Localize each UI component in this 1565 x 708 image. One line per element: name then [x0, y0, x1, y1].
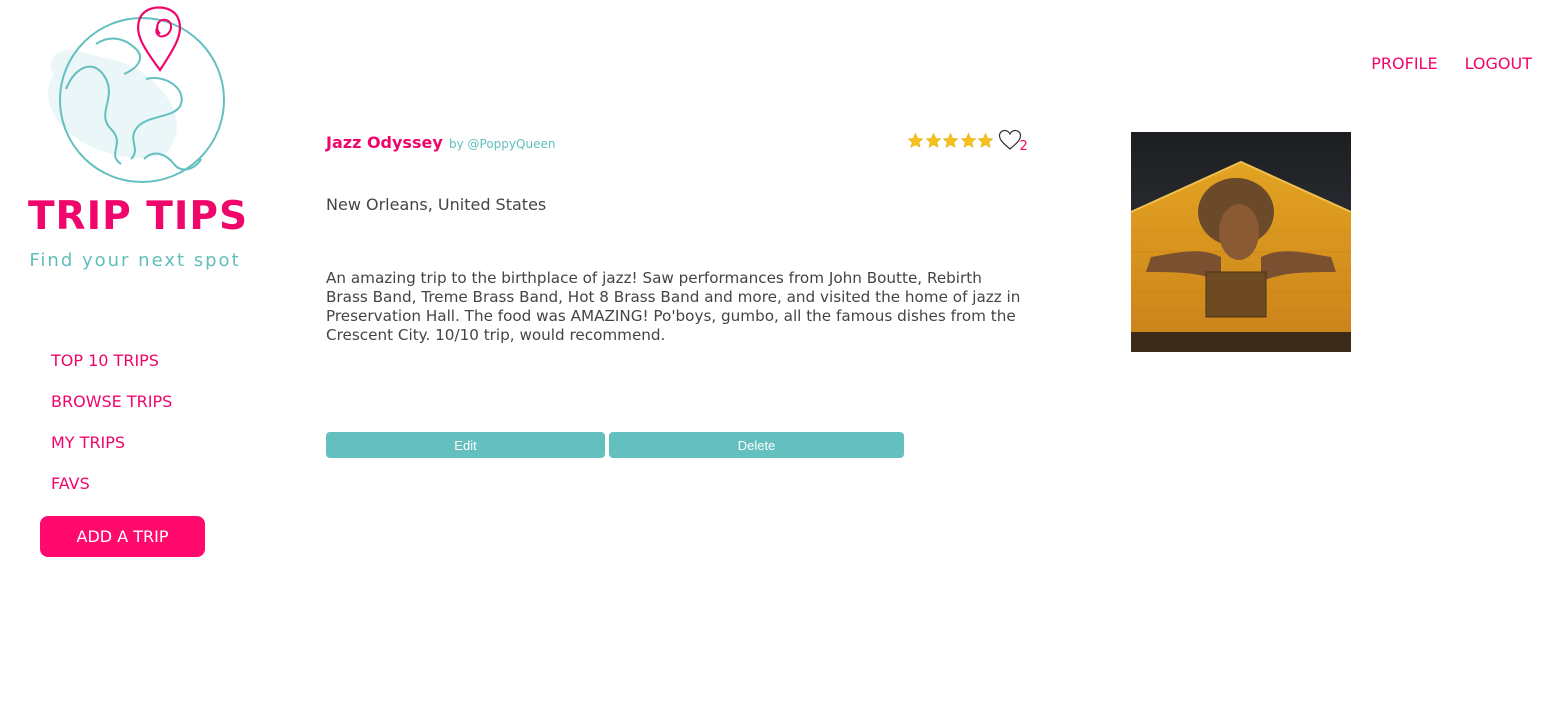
trip-title: Jazz Odyssey: [326, 133, 443, 152]
sidebar: TOP 10 TRIPS BROWSE TRIPS MY TRIPS FAVS: [51, 351, 172, 515]
trip-description: An amazing trip to the birthplace of jaz…: [326, 269, 1021, 344]
sidebar-item-browse-trips[interactable]: BROWSE TRIPS: [51, 392, 172, 433]
profile-link[interactable]: PROFILE: [1371, 54, 1437, 74]
mural-photo-icon: [1131, 132, 1351, 352]
star-icon: [960, 132, 976, 148]
star-icon: [907, 132, 924, 148]
logout-link[interactable]: LOGOUT: [1465, 54, 1532, 74]
trip-author[interactable]: by @PoppyQueen: [449, 137, 555, 151]
brand-title: TRIP TIPS: [27, 194, 249, 239]
sidebar-item-favs[interactable]: FAVS: [51, 474, 172, 515]
top-nav: PROFILE LOGOUT: [1371, 54, 1532, 74]
add-trip-button[interactable]: ADD A TRIP: [40, 516, 205, 557]
edit-button[interactable]: Edit: [326, 432, 605, 458]
sidebar-item-my-trips[interactable]: MY TRIPS: [51, 433, 172, 474]
brand-tagline: Find your next spot: [29, 250, 241, 271]
trip-photo: [1131, 132, 1351, 352]
star-icon: [977, 132, 994, 148]
trip-rating: 2: [907, 129, 1028, 154]
sidebar-item-top-10-trips[interactable]: TOP 10 TRIPS: [51, 351, 172, 392]
star-icon: [925, 132, 941, 148]
delete-button[interactable]: Delete: [609, 432, 904, 458]
globe-pin-icon: [48, 6, 225, 183]
heart-icon[interactable]: [998, 129, 1022, 151]
star-icon: [942, 132, 959, 148]
fav-count: 2: [1019, 138, 1028, 154]
trip-location: New Orleans, United States: [326, 195, 547, 214]
logo[interactable]: TRIP TIPS Find your next spot: [24, 4, 247, 274]
